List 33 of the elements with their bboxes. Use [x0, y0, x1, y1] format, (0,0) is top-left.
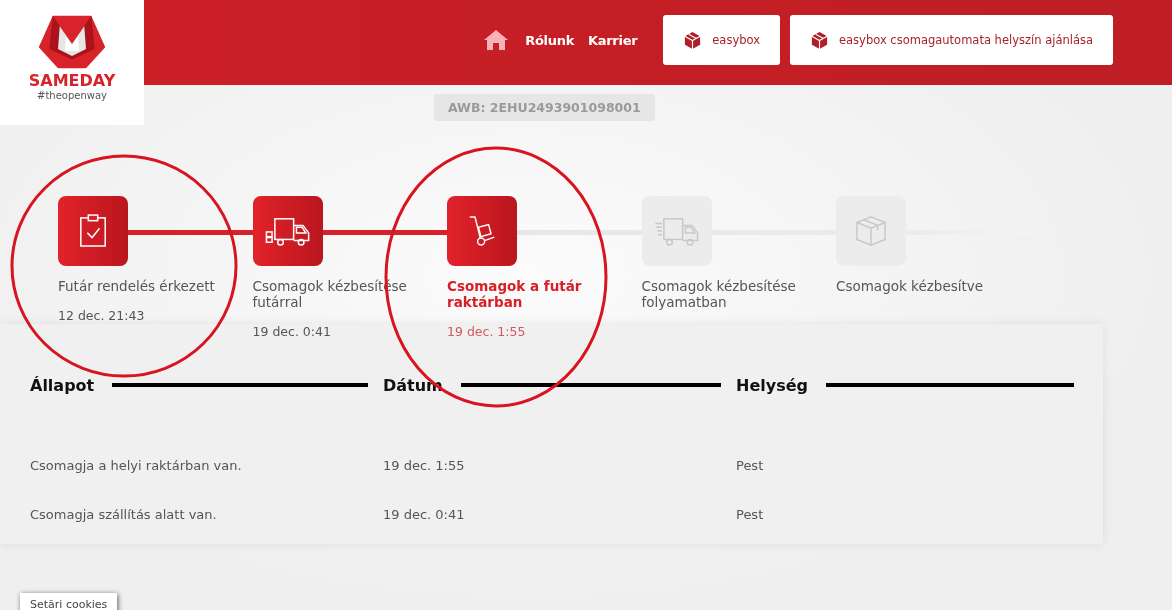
nav-link[interactable]: Karrier [588, 32, 638, 48]
home-icon[interactable] [483, 29, 510, 51]
cube-icon [810, 30, 829, 50]
nav-button[interactable]: easybox csomagautomata helyszín ajánlása [790, 15, 1113, 65]
step-date: 19 dec. 0:41 [252, 324, 332, 339]
awb-number: AWB: 2EHU2493901098001 [434, 94, 655, 121]
logo-tagline: #theopenway [37, 90, 107, 101]
step-label: Csomagok kézbesítése folyamatban [641, 278, 797, 310]
table-cell-text: Csomagja a helyi raktárban van. [30, 457, 243, 475]
nav-button[interactable]: easybox [663, 15, 780, 65]
nav-link[interactable]: Rólunk [525, 32, 574, 48]
step-label: Csomagok a futár raktárban [447, 278, 583, 310]
box-icon [855, 215, 887, 247]
truck-icon [653, 216, 700, 246]
table-cell-text: Pest [736, 457, 765, 475]
table-cell-text: 19 dec. 1:55 [383, 457, 466, 475]
logo-name: SAMEDAY [28, 72, 116, 90]
step-date: 12 dec. 21:43 [58, 308, 146, 323]
table-cell-text: Pest [736, 505, 765, 524]
step-label: Futár rendelés érkezett [58, 278, 216, 294]
cube-icon [683, 30, 703, 50]
table-cell-text: Csomagja szállítás alatt van. [30, 505, 218, 524]
table-cell-text: 19 dec. 0:41 [383, 505, 466, 524]
logo-card[interactable]: SAMEDAY #theopenway [0, 0, 144, 125]
truck-icon [264, 216, 311, 246]
cookie-settings-button[interactable]: Setări cookies [20, 593, 118, 610]
step-date: 19 dec. 1:55 [447, 324, 527, 339]
clipboard-check-icon [78, 214, 108, 248]
step-label: Csomagok kézbesítve [836, 278, 985, 294]
column-header: Állapot [30, 375, 95, 395]
logo-emblem-icon [37, 14, 107, 70]
hand-truck-icon [468, 214, 496, 248]
column-header: Helység [736, 375, 808, 395]
